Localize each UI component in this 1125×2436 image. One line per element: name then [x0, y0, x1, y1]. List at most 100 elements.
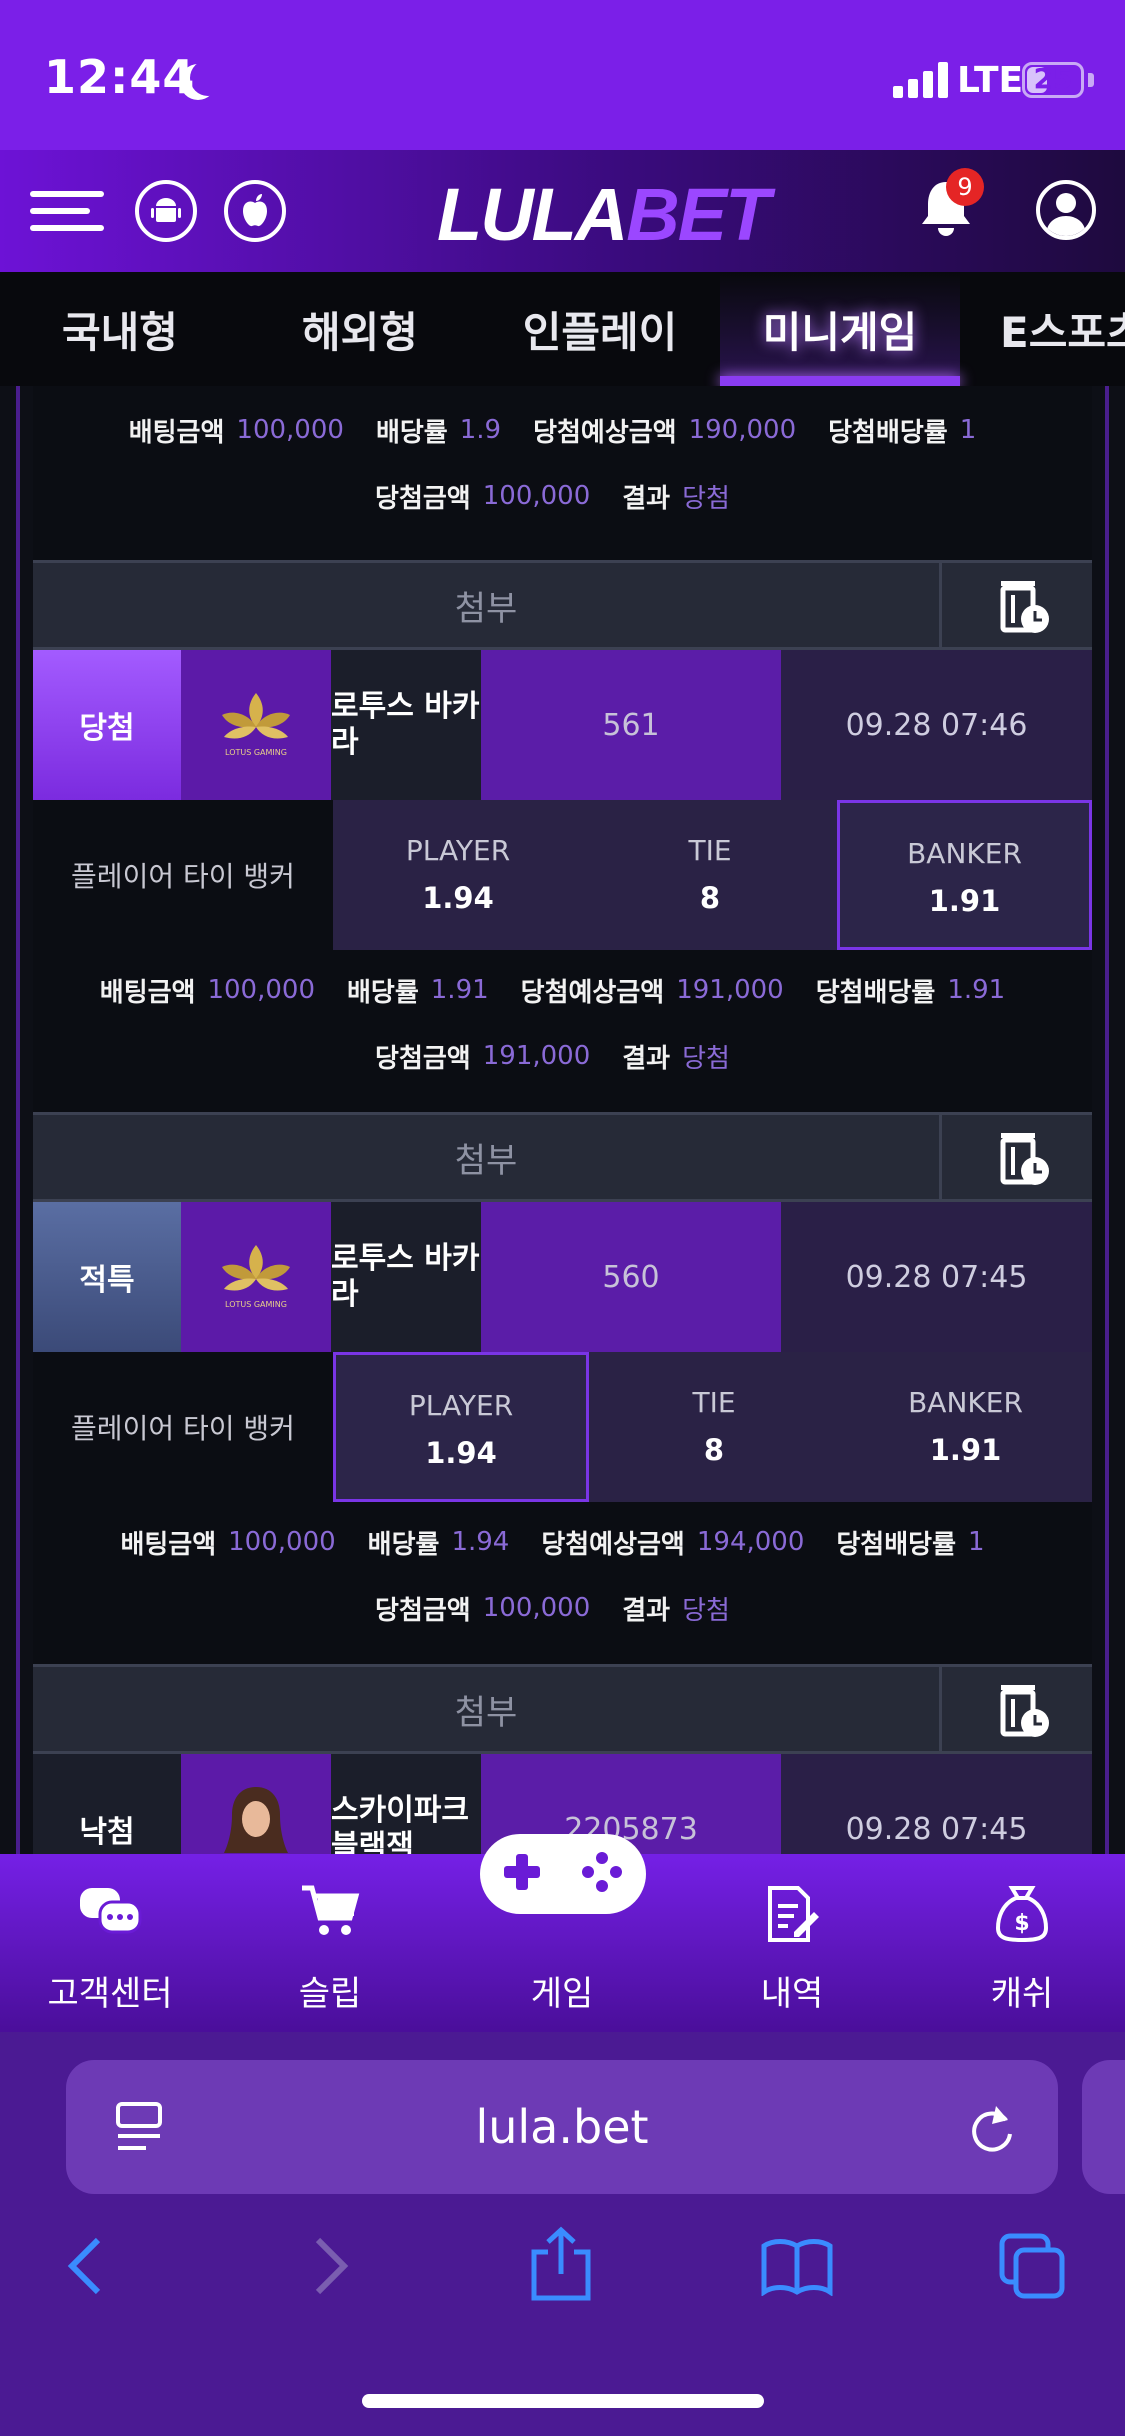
- chat-icon: [80, 1888, 142, 1934]
- bet-history-list[interactable]: 배팅금액 100,000 배당률 1.9 당첨예상금액 190,000 당첨배당률 1 …: [0, 386, 1125, 1854]
- category-tabs: 국내형 해외형 인플레이 미니게임 E스포츠: [0, 272, 1125, 386]
- option-label: PLAYER: [405, 834, 511, 867]
- status-badge: 낙첨: [33, 1754, 181, 1854]
- moon-icon: [190, 60, 226, 96]
- bet-amount-label: 배팅금액: [120, 1529, 217, 1560]
- win-amount-value: 191,000: [482, 1041, 591, 1071]
- tab-inplay[interactable]: 인플레이: [480, 272, 720, 386]
- result-value: 당첨: [682, 483, 730, 514]
- nav-customer-center[interactable]: 고객센터: [0, 1854, 220, 2032]
- nav-label: 게임: [530, 1974, 594, 2014]
- bottom-navigation: 고객센터 슬립 게임 내역 $ 캐쉬: [0, 1834, 1125, 2032]
- nav-slip[interactable]: 슬립: [220, 1854, 440, 2032]
- option-tie[interactable]: TIE 8: [583, 800, 837, 950]
- odds-value: 1.94: [451, 1527, 510, 1557]
- option-player[interactable]: PLAYER 1.94: [333, 800, 583, 950]
- battery-level: 25: [1033, 62, 1073, 95]
- next-tab-peek[interactable]: [1082, 2060, 1125, 2194]
- game-row[interactable]: 적특 LOTUS GAMING 로투스 바카라 560 09.28 07:45: [33, 1202, 1092, 1352]
- bet-type-label: 플레이어 타이 뱅커: [33, 1352, 333, 1502]
- result-label: 결과: [622, 483, 671, 514]
- bet-amount-value: 100,000: [236, 415, 344, 445]
- win-odds-value: 1: [968, 1527, 985, 1557]
- game-row[interactable]: 당첨 LOTUS GAMING 로투스 바카라 561 09.28 07:46: [33, 650, 1092, 800]
- cart-icon: [302, 1885, 360, 1935]
- round-number: 560: [481, 1202, 781, 1352]
- option-tie[interactable]: TIE 8: [589, 1352, 839, 1502]
- tab-overseas[interactable]: 해외형: [240, 272, 480, 386]
- status-time: 12:44: [44, 50, 196, 104]
- win-odds-label: 당첨배당률: [828, 417, 948, 448]
- game-logo: [181, 1754, 331, 1854]
- apple-app-button[interactable]: [224, 180, 286, 242]
- money-bag-icon: $: [995, 1886, 1049, 1943]
- reload-icon[interactable]: [966, 2102, 1016, 2152]
- lulabet-logo[interactable]: LULABET: [437, 172, 770, 257]
- tabs-icon[interactable]: [998, 2232, 1068, 2300]
- attach-button[interactable]: 첨부: [33, 1115, 939, 1199]
- user-profile-button[interactable]: [1036, 180, 1096, 240]
- option-odds: 1.94: [425, 1436, 497, 1470]
- win-odds-value: 1.91: [947, 975, 1006, 1005]
- attach-bar: 첨부: [33, 1112, 1092, 1202]
- option-label: BANKER: [908, 1386, 1023, 1419]
- tab-domestic[interactable]: 국내형: [0, 272, 240, 386]
- bet-amount-value: 100,000: [228, 1527, 336, 1557]
- round-number: 561: [481, 650, 781, 800]
- option-odds: 8: [703, 1433, 725, 1467]
- menu-icon[interactable]: [30, 185, 104, 237]
- bet-amount-label: 배팅금액: [128, 417, 225, 448]
- gamepad-icon[interactable]: [480, 1834, 646, 1914]
- option-label: PLAYER: [408, 1389, 514, 1422]
- delete-history-icon[interactable]: [993, 1129, 1053, 1189]
- status-bar: 12:44 LTE 25: [0, 0, 1125, 150]
- odds-label: 배당률: [375, 417, 448, 448]
- attach-bar: 첨부: [33, 1664, 1092, 1754]
- option-label: TIE: [692, 1386, 736, 1419]
- gamepad-glyph: [504, 1852, 622, 1892]
- lotus-logo-text: LOTUS GAMING: [225, 1300, 287, 1309]
- forward-icon[interactable]: [312, 2234, 352, 2298]
- win-amount-label: 당첨금액: [375, 483, 471, 514]
- win-amount-value: 100,000: [482, 1593, 591, 1623]
- apple-icon: [243, 194, 267, 227]
- option-odds: 1.94: [422, 881, 494, 915]
- attach-button[interactable]: 첨부: [33, 1667, 939, 1751]
- bet-time: 09.28 07:45: [781, 1754, 1092, 1854]
- option-banker[interactable]: BANKER 1.91: [839, 1352, 1092, 1502]
- win-amount-label: 당첨금액: [375, 1043, 471, 1074]
- option-label: TIE: [688, 834, 732, 867]
- delete-history-icon[interactable]: [993, 1681, 1053, 1741]
- bet-type-label: 플레이어 타이 뱅커: [33, 800, 333, 950]
- bet-options-row: 플레이어 타이 뱅커 PLAYER 1.94 TIE 8 BANKER 1.91: [33, 1352, 1092, 1502]
- option-banker[interactable]: BANKER 1.91: [837, 800, 1092, 950]
- win-odds-label: 당첨배당률: [815, 977, 936, 1008]
- bet-info-panel: 배팅금액 100,000 배당률 1.91 당첨예상금액 191,000 당첨배당률 1…: [33, 950, 1092, 1118]
- option-label: BANKER: [907, 837, 1022, 870]
- dealer-avatar-icon: [224, 1787, 288, 1853]
- battery-icon: 25: [1022, 62, 1084, 98]
- svg-text:$: $: [1014, 1911, 1029, 1936]
- android-app-button[interactable]: [135, 180, 197, 242]
- nav-label: 고객센터: [47, 1974, 173, 2014]
- delete-history-icon[interactable]: [993, 577, 1053, 637]
- share-icon[interactable]: [530, 2226, 592, 2302]
- lotus-gaming-logo-icon: LOTUS GAMING: [222, 693, 290, 757]
- result-value: 당첨: [682, 1043, 730, 1074]
- logo-part1: LULA: [437, 173, 628, 256]
- option-player[interactable]: PLAYER 1.94: [333, 1352, 589, 1502]
- home-indicator[interactable]: [362, 2394, 764, 2408]
- result-label: 결과: [622, 1595, 671, 1626]
- address-bar[interactable]: lula.bet: [66, 2060, 1058, 2194]
- nav-label: 캐쉬: [990, 1974, 1054, 2014]
- nav-history[interactable]: 내역: [682, 1854, 902, 2032]
- attach-button[interactable]: 첨부: [33, 563, 939, 647]
- win-amount-value: 100,000: [482, 481, 591, 511]
- battery-nub: [1088, 73, 1094, 87]
- back-icon[interactable]: [64, 2234, 104, 2298]
- bookmarks-icon[interactable]: [760, 2238, 834, 2296]
- network-label: LTE: [957, 60, 1024, 101]
- tab-minigame[interactable]: 미니게임: [720, 272, 960, 386]
- tab-esports[interactable]: E스포츠: [1000, 272, 1125, 386]
- nav-cash[interactable]: $ 캐쉬: [912, 1854, 1125, 2032]
